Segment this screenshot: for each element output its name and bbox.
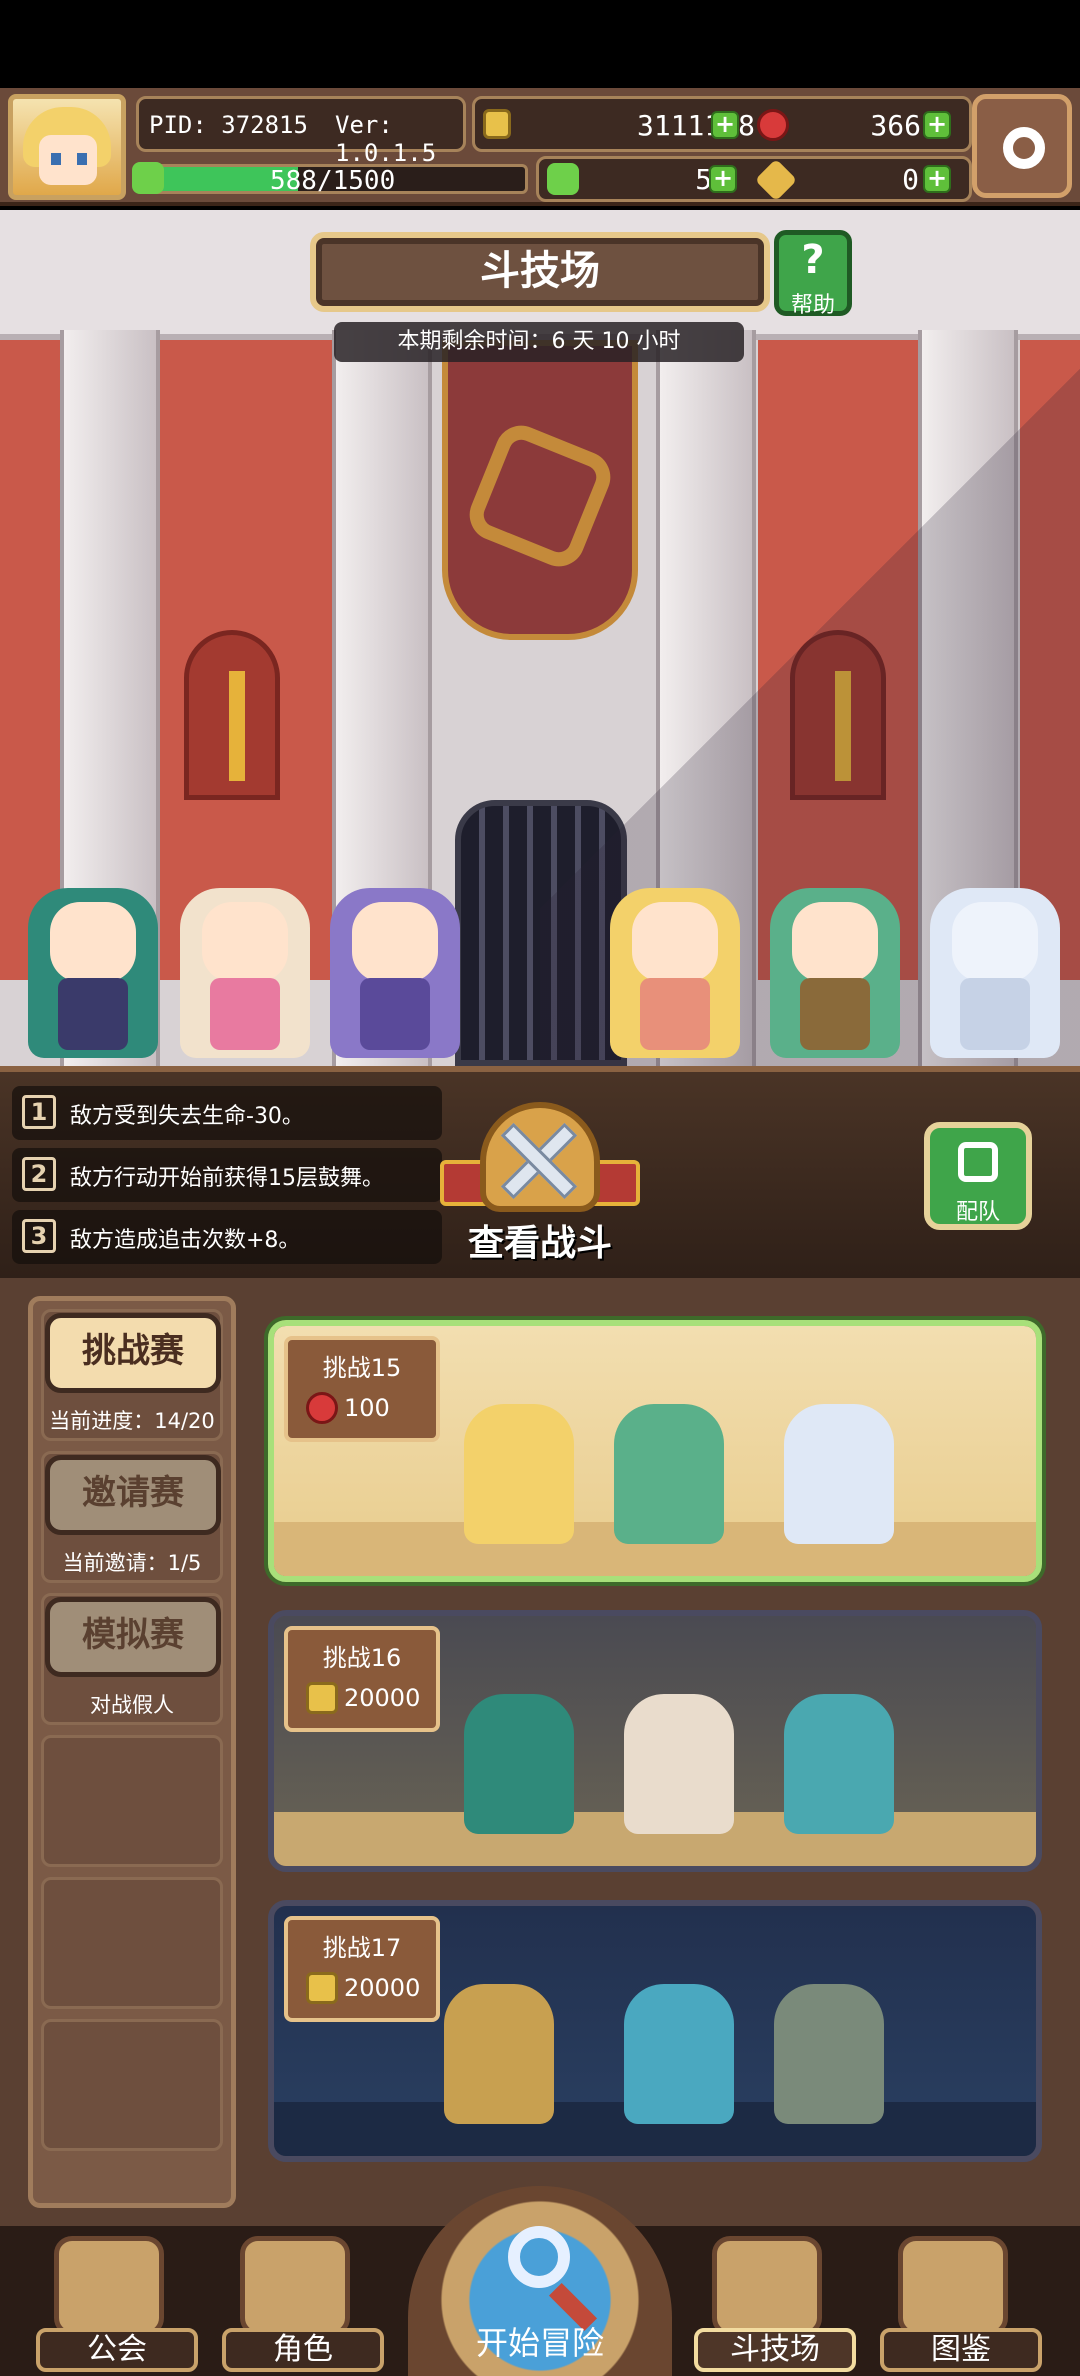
nav-guild-label: 公会 <box>36 2328 198 2372</box>
nav-arena[interactable]: 斗技场 <box>694 2236 856 2372</box>
add-gold-button[interactable]: + <box>711 111 739 139</box>
question-icon: ? <box>801 237 825 283</box>
effect-row: 3 敌方造成追击次数+8。 <box>12 1210 442 1264</box>
challenge-tag: 挑战17 20000 <box>284 1916 440 2022</box>
nav-character[interactable]: 角色 <box>222 2236 384 2372</box>
gold-coin-icon <box>306 1972 338 2004</box>
gem-icon <box>757 109 789 141</box>
gem-icon <box>306 1392 338 1424</box>
view-battle-label: 查看战斗 <box>467 1223 612 1264</box>
challenge-panel: 挑战赛 当前进度：14/20 邀请赛 当前邀请：1/5 模拟赛 对战假人 挑战1… <box>0 1278 1080 2226</box>
challenge-cost: 20000 <box>344 1974 421 2002</box>
currency-panel: 3111188 + 366 + <box>472 96 972 152</box>
magnifier-icon <box>508 2226 570 2288</box>
enemy-effects-panel: 1 敌方受到失去生命-30。 2 敌方行动开始前获得15层鼓舞。 3 敌方造成追… <box>0 1066 1080 1278</box>
nav-codex[interactable]: 图鉴 <box>880 2236 1042 2372</box>
gold-coin-icon <box>483 109 511 139</box>
team-icon <box>958 1142 998 1182</box>
page-title: 斗技场 <box>310 232 770 312</box>
character-icon <box>240 2236 350 2336</box>
key-icon <box>754 158 798 202</box>
help-button[interactable]: ? 帮助 <box>774 230 852 318</box>
opponent-unit <box>464 1404 574 1544</box>
effect-text: 敌方行动开始前获得15层鼓舞。 <box>70 1166 384 1191</box>
gem-amount: 366 <box>870 109 921 142</box>
challenge-card[interactable]: 挑战15 100 <box>268 1320 1042 1582</box>
challenge-card[interactable]: 挑战16 20000 <box>268 1610 1042 1872</box>
opponent-unit <box>624 1694 734 1834</box>
simulation-subtitle: 对战假人 <box>90 1693 174 1717</box>
player-avatar[interactable] <box>8 94 126 200</box>
effect-number: 1 <box>22 1095 56 1129</box>
add-clover-button[interactable]: + <box>709 165 737 193</box>
effect-row: 2 敌方行动开始前获得15层鼓舞。 <box>12 1148 442 1202</box>
bottom-nav: 公会 角色 开始冒险 斗技场 图鉴 <box>0 2186 1080 2376</box>
challenge-progress: 当前进度：14/20 <box>49 1409 215 1433</box>
opponent-unit <box>464 1694 574 1834</box>
crossed-swords-icon <box>712 2236 822 2336</box>
stamina-clover-icon <box>132 162 164 194</box>
challenge-tag: 挑战16 20000 <box>284 1626 440 1732</box>
player-info-panel: PID: 372815 Ver: 1.0.1.5 <box>136 96 466 167</box>
start-adventure-label: 开始冒险 <box>475 2324 604 2362</box>
add-gem-button[interactable]: + <box>923 111 951 139</box>
key-amount: 0 <box>902 163 919 196</box>
help-label: 帮助 <box>790 293 835 318</box>
effect-text: 敌方受到失去生命-30。 <box>70 1104 304 1129</box>
codex-icon <box>898 2236 1008 2336</box>
nav-character-label: 角色 <box>222 2328 384 2372</box>
effect-number: 2 <box>22 1157 56 1191</box>
settings-button[interactable] <box>972 94 1072 198</box>
effect-row: 1 敌方受到失去生命-30。 <box>12 1086 442 1140</box>
opponent-unit <box>614 1404 724 1544</box>
clover-icon <box>547 163 579 195</box>
challenge-title: 挑战16 <box>322 1644 402 1672</box>
gold-coin-icon <box>306 1682 338 1714</box>
opponent-unit <box>784 1694 894 1834</box>
opponent-unit <box>444 1984 554 2124</box>
sword-icon <box>229 671 245 781</box>
nav-guild[interactable]: 公会 <box>36 2236 198 2372</box>
nav-codex-label: 图鉴 <box>880 2328 1042 2372</box>
team-hero-1 <box>28 888 158 1058</box>
season-timer: 本期剩余时间：6 天 10 小时 <box>334 322 744 362</box>
team-hero-3 <box>330 888 460 1058</box>
wall-niche-left <box>184 630 280 800</box>
effect-number: 3 <box>22 1219 56 1253</box>
view-battle-button[interactable]: 查看战斗 <box>440 1102 640 1274</box>
effect-text: 敌方造成追击次数+8。 <box>70 1228 301 1253</box>
resource-panel-2: 56 + 0 + <box>536 156 972 202</box>
top-hud: PID: 372815 Ver: 1.0.1.5 3111188 + 366 +… <box>0 88 1080 206</box>
simulation-mode-button[interactable]: 模拟赛 <box>45 1597 221 1677</box>
challenge-cost: 100 <box>344 1394 390 1422</box>
challenge-cost: 20000 <box>344 1684 421 1712</box>
invitation-mode-button[interactable]: 邀请赛 <box>45 1455 221 1535</box>
add-key-button[interactable]: + <box>923 165 951 193</box>
gear-icon <box>1003 127 1045 169</box>
start-adventure-button[interactable]: 开始冒险 <box>408 2186 672 2376</box>
invitation-progress: 当前邀请：1/5 <box>62 1551 202 1575</box>
team-hero-2 <box>180 888 310 1058</box>
team-setup-button[interactable]: 配队 <box>924 1122 1032 1230</box>
opponent-unit <box>624 1984 734 2124</box>
enemy-hero-1 <box>610 888 740 1058</box>
pid-text: PID: 372815 <box>149 111 308 139</box>
challenge-mode-button[interactable]: 挑战赛 <box>45 1313 221 1393</box>
status-bar-area <box>0 0 1080 88</box>
mode-sidebar: 挑战赛 当前进度：14/20 邀请赛 当前邀请：1/5 模拟赛 对战假人 <box>28 1296 236 2208</box>
opponent-unit <box>784 1404 894 1544</box>
team-setup-label: 配队 <box>955 1200 1000 1225</box>
challenge-card[interactable]: 挑战17 20000 <box>268 1900 1042 2162</box>
opponent-unit <box>774 1984 884 2124</box>
stamina-text: 588/1500 <box>270 166 396 196</box>
guild-icon <box>54 2236 164 2336</box>
challenge-tag: 挑战15 100 <box>284 1336 440 1442</box>
challenge-title: 挑战15 <box>322 1354 402 1382</box>
enemy-hero-2 <box>770 888 900 1058</box>
version-text: Ver: 1.0.1.5 <box>335 111 437 167</box>
arena-scene: 斗技场 ? 帮助 本期剩余时间：6 天 10 小时 <box>0 210 1080 1066</box>
enemy-hero-3 <box>930 888 1060 1058</box>
nav-arena-label: 斗技场 <box>694 2328 856 2372</box>
challenge-title: 挑战17 <box>322 1934 402 1962</box>
